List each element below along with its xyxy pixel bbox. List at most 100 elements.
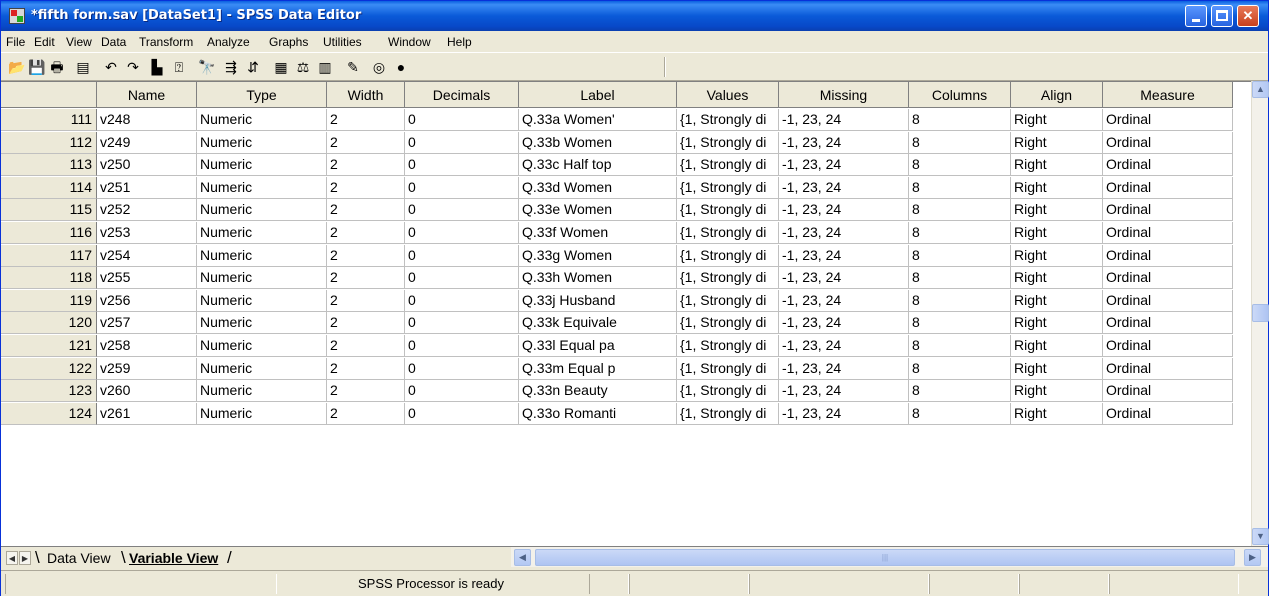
cell-width[interactable]: 2 — [327, 403, 405, 425]
cell-type[interactable]: Numeric — [197, 132, 327, 154]
redo-icon[interactable]: ↷ — [123, 58, 143, 76]
cell-label[interactable]: Q.33h Women — [519, 267, 677, 289]
cell-values[interactable]: {1, Strongly di — [677, 312, 779, 334]
cell-values[interactable]: {1, Strongly di — [677, 132, 779, 154]
cell-label[interactable]: Q.33n Beauty — [519, 380, 677, 402]
save-icon[interactable]: 💾 — [27, 58, 47, 76]
column-header-columns[interactable]: Columns — [909, 82, 1011, 108]
cell-values[interactable]: {1, Strongly di — [677, 222, 779, 244]
cell-type[interactable]: Numeric — [197, 267, 327, 289]
menu-help[interactable]: Help — [447, 35, 472, 49]
cell-missing[interactable]: -1, 23, 24 — [779, 222, 909, 244]
cell-type[interactable]: Numeric — [197, 109, 327, 131]
cell-name[interactable]: v251 — [97, 177, 197, 199]
cell-missing[interactable]: -1, 23, 24 — [779, 358, 909, 380]
cell-measure[interactable]: Ordinal — [1103, 109, 1233, 131]
cell-name[interactable]: v256 — [97, 290, 197, 312]
cell-width[interactable]: 2 — [327, 177, 405, 199]
cell-columns[interactable]: 8 — [909, 245, 1011, 267]
horizontal-scroll-thumb[interactable]: ||| — [535, 549, 1235, 566]
menu-file[interactable]: File — [6, 35, 25, 49]
cell-values[interactable]: {1, Strongly di — [677, 267, 779, 289]
maximize-button[interactable] — [1211, 5, 1233, 27]
cell-name[interactable]: v261 — [97, 403, 197, 425]
cell-align[interactable]: Right — [1011, 403, 1103, 425]
select-cases-icon[interactable]: ▥ — [315, 58, 335, 76]
row-number[interactable]: 111 — [1, 109, 97, 131]
cell-decimals[interactable]: 0 — [405, 290, 519, 312]
cell-type[interactable]: Numeric — [197, 312, 327, 334]
cell-decimals[interactable]: 0 — [405, 267, 519, 289]
cell-type[interactable]: Numeric — [197, 177, 327, 199]
cell-missing[interactable]: -1, 23, 24 — [779, 290, 909, 312]
cell-missing[interactable]: -1, 23, 24 — [779, 109, 909, 131]
tab-variable-view[interactable]: Variable View — [129, 548, 218, 568]
cell-columns[interactable]: 8 — [909, 312, 1011, 334]
row-number[interactable]: 119 — [1, 290, 97, 312]
cell-type[interactable]: Numeric — [197, 222, 327, 244]
cell-decimals[interactable]: 0 — [405, 335, 519, 357]
title-bar[interactable]: *fifth form.sav [DataSet1] - SPSS Data E… — [1, 1, 1268, 31]
cell-decimals[interactable]: 0 — [405, 199, 519, 221]
scroll-left-button[interactable]: ◀ — [514, 549, 531, 566]
cell-decimals[interactable]: 0 — [405, 403, 519, 425]
row-number[interactable]: 113 — [1, 154, 97, 176]
menu-graphs[interactable]: Graphs — [269, 35, 308, 49]
cell-measure[interactable]: Ordinal — [1103, 403, 1233, 425]
value-labels-icon[interactable]: ✎ — [343, 58, 363, 76]
close-button[interactable]: ✕ — [1237, 5, 1259, 27]
cell-align[interactable]: Right — [1011, 358, 1103, 380]
cell-measure[interactable]: Ordinal — [1103, 267, 1233, 289]
cell-width[interactable]: 2 — [327, 222, 405, 244]
row-number[interactable]: 120 — [1, 312, 97, 334]
cell-decimals[interactable]: 0 — [405, 312, 519, 334]
cell-values[interactable]: {1, Strongly di — [677, 335, 779, 357]
cell-name[interactable]: v253 — [97, 222, 197, 244]
column-header-measure[interactable]: Measure — [1103, 82, 1233, 108]
cell-label[interactable]: Q.33m Equal p — [519, 358, 677, 380]
cell-align[interactable]: Right — [1011, 109, 1103, 131]
cell-label[interactable]: Q.33b Women — [519, 132, 677, 154]
cell-label[interactable]: Q.33o Romanti — [519, 403, 677, 425]
cell-decimals[interactable]: 0 — [405, 109, 519, 131]
cell-align[interactable]: Right — [1011, 290, 1103, 312]
cell-align[interactable]: Right — [1011, 312, 1103, 334]
cell-align[interactable]: Right — [1011, 380, 1103, 402]
cell-values[interactable]: {1, Strongly di — [677, 403, 779, 425]
cell-values[interactable]: {1, Strongly di — [677, 245, 779, 267]
cell-label[interactable]: Q.33a Women' — [519, 109, 677, 131]
cell-label[interactable]: Q.33d Women — [519, 177, 677, 199]
scroll-down-button[interactable]: ▼ — [1252, 528, 1269, 545]
cell-columns[interactable]: 8 — [909, 177, 1011, 199]
cell-label[interactable]: Q.33f Women — [519, 222, 677, 244]
cell-columns[interactable]: 8 — [909, 403, 1011, 425]
cell-missing[interactable]: -1, 23, 24 — [779, 245, 909, 267]
cell-name[interactable]: v254 — [97, 245, 197, 267]
row-number[interactable]: 117 — [1, 245, 97, 267]
cell-name[interactable]: v260 — [97, 380, 197, 402]
row-number[interactable]: 116 — [1, 222, 97, 244]
column-header-type[interactable]: Type — [197, 82, 327, 108]
cell-measure[interactable]: Ordinal — [1103, 335, 1233, 357]
cell-decimals[interactable]: 0 — [405, 245, 519, 267]
cell-missing[interactable]: -1, 23, 24 — [779, 154, 909, 176]
use-sets-icon[interactable]: ◎ — [369, 58, 389, 76]
cell-measure[interactable]: Ordinal — [1103, 177, 1233, 199]
cell-measure[interactable]: Ordinal — [1103, 312, 1233, 334]
menu-data[interactable]: Data — [101, 35, 126, 49]
cell-label[interactable]: Q.33e Women — [519, 199, 677, 221]
cell-name[interactable]: v252 — [97, 199, 197, 221]
cell-columns[interactable]: 8 — [909, 290, 1011, 312]
column-header-align[interactable]: Align — [1011, 82, 1103, 108]
cell-decimals[interactable]: 0 — [405, 132, 519, 154]
row-number[interactable]: 122 — [1, 358, 97, 380]
cell-align[interactable]: Right — [1011, 245, 1103, 267]
weight-cases-icon[interactable]: ⚖ — [293, 58, 313, 76]
cell-type[interactable]: Numeric — [197, 245, 327, 267]
cell-label[interactable]: Q.33k Equivale — [519, 312, 677, 334]
cell-width[interactable]: 2 — [327, 335, 405, 357]
cell-label[interactable]: Q.33l Equal pa — [519, 335, 677, 357]
cell-align[interactable]: Right — [1011, 267, 1103, 289]
cell-columns[interactable]: 8 — [909, 154, 1011, 176]
cell-missing[interactable]: -1, 23, 24 — [779, 335, 909, 357]
